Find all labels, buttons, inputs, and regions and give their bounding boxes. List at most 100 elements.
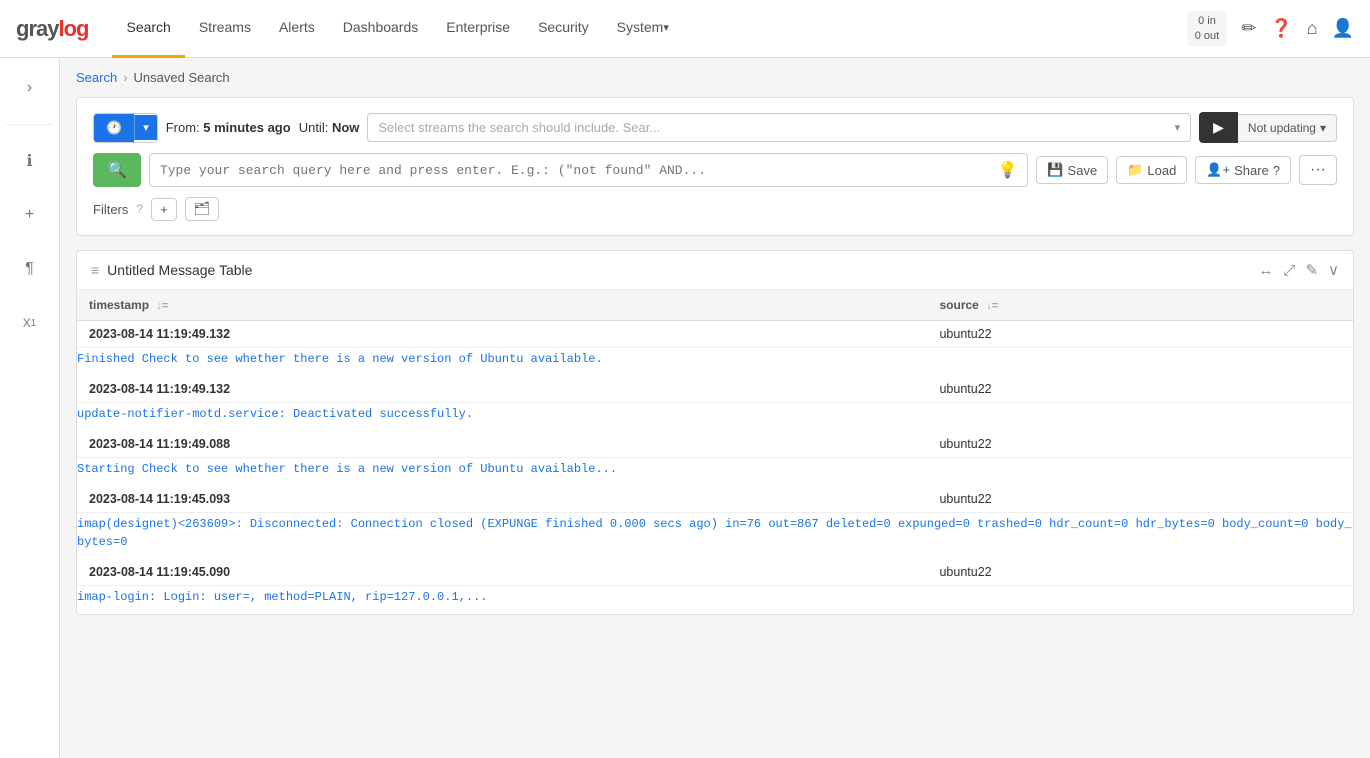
table-body: 2023-08-14 11:19:49.132 ubuntu22 Finishe… <box>77 321 1353 615</box>
panel-actions: ↔ ⤢ ✎ ∨ <box>1258 261 1339 279</box>
row-source: ubuntu22 <box>927 559 1353 586</box>
time-dropdown-button[interactable]: ▾ <box>134 115 157 140</box>
not-updating-label: Not updating <box>1248 121 1316 135</box>
save-button[interactable]: 💾 Save <box>1036 156 1108 184</box>
row-message: update-notifier-motd.service: Deactivate… <box>77 403 1353 432</box>
user-nav-icon[interactable]: 👤 <box>1332 18 1354 39</box>
lightbulb-icon: 💡 <box>997 160 1017 180</box>
nav-link-search[interactable]: Search <box>112 0 184 58</box>
table-row[interactable]: 2023-08-14 11:19:45.090 ubuntu22 <box>77 559 1353 586</box>
message-table-panel: ≡ Untitled Message Table ↔ ⤢ ✎ ∨ timesta… <box>76 250 1354 615</box>
search-input[interactable] <box>160 163 994 178</box>
run-button[interactable]: ▶ <box>1199 112 1238 143</box>
row-message: Starting Check to see whether there is a… <box>77 458 1353 487</box>
table-row[interactable]: 2023-08-14 11:19:49.132 ubuntu22 <box>77 376 1353 403</box>
col-source-sort-icon: ↓= <box>986 300 998 312</box>
traffic-in: 0 in <box>1198 14 1216 28</box>
panel-expand-icon[interactable]: ⤢ <box>1283 262 1295 279</box>
filters-help-icon: ? <box>136 202 143 216</box>
save-label: Save <box>1068 163 1098 178</box>
time-button[interactable]: 🕐 <box>94 114 134 142</box>
col-source-label: source <box>939 298 978 312</box>
table-row[interactable]: 2023-08-14 11:19:45.093 ubuntu22 <box>77 486 1353 513</box>
collapse-sidebar-icon[interactable]: › <box>12 70 48 106</box>
row-timestamp: 2023-08-14 11:19:49.132 <box>77 321 927 348</box>
nav-link-dashboards[interactable]: Dashboards <box>329 0 433 58</box>
run-btn-group: ▶ Not updating ▾ <box>1199 112 1337 143</box>
filters-label: Filters <box>93 202 128 217</box>
nav-links: SearchStreamsAlertsDashboardsEnterpriseS… <box>112 0 1186 58</box>
from-value: 5 minutes ago <box>203 120 290 135</box>
table-row[interactable]: 2023-08-14 11:19:49.132 ubuntu22 <box>77 321 1353 348</box>
sidebar-divider-1 <box>6 124 53 125</box>
search-input-area: 💡 <box>149 153 1028 187</box>
from-label: From: <box>166 120 204 135</box>
row-source: ubuntu22 <box>927 431 1353 458</box>
plus-sidebar-icon[interactable]: + <box>12 197 48 233</box>
layout: › ℹ + ¶ X1 Search › Unsaved Search 🕐 ▾ <box>0 58 1370 758</box>
stream-select[interactable]: Select streams the search should include… <box>367 113 1191 142</box>
panel-drag-icon: ≡ <box>91 262 99 278</box>
filters-row: Filters ? + 🗂 <box>93 197 1337 221</box>
column-source[interactable]: source ↓= <box>927 290 1353 321</box>
col-timestamp-sort-icon: ↓= <box>156 300 168 312</box>
breadcrumb-separator: › <box>123 70 127 85</box>
logo[interactable]: graylog <box>16 16 88 42</box>
table-row-detail: Finished Check to see whether there is a… <box>77 348 1353 377</box>
breadcrumb: Search › Unsaved Search <box>76 70 1354 85</box>
row-source: ubuntu22 <box>927 321 1353 348</box>
message-table: timestamp ↓= source ↓= 2023-08-14 11:19:… <box>77 290 1353 614</box>
until-label: Until: <box>299 120 332 135</box>
nav-right: 0 in 0 out ✏ ❓ ⌂ 👤 <box>1187 11 1354 46</box>
search-row-2: 🔍 💡 💾 Save 📁 Load 👤+ Share <box>93 153 1337 187</box>
row-timestamp: 2023-08-14 11:19:49.132 <box>77 376 927 403</box>
stream-dropdown-arrow: ▾ <box>1175 121 1181 134</box>
nav-link-enterprise[interactable]: Enterprise <box>432 0 524 58</box>
until-value: Now <box>332 120 359 135</box>
help-nav-icon[interactable]: ❓ <box>1270 18 1292 39</box>
load-button[interactable]: 📁 Load <box>1116 156 1187 184</box>
not-updating-arrow: ▾ <box>1320 121 1326 135</box>
nav-link-security[interactable]: Security <box>524 0 603 58</box>
breadcrumb-link[interactable]: Search <box>76 70 117 85</box>
paragraph-sidebar-icon[interactable]: ¶ <box>12 251 48 287</box>
share-label: Share <box>1234 163 1269 178</box>
search-row-1: 🕐 ▾ From: 5 minutes ago Until: Now Selec… <box>93 112 1337 143</box>
load-label: Load <box>1147 163 1176 178</box>
breadcrumb-current: Unsaved Search <box>134 70 230 85</box>
row-timestamp: 2023-08-14 11:19:45.093 <box>77 486 927 513</box>
share-button[interactable]: 👤+ Share ? <box>1195 156 1291 184</box>
table-row-detail: imap-login: Login: user=, method=PLAIN, … <box>77 586 1353 615</box>
row-message: imap(designet)<263609>: Disconnected: Co… <box>77 513 1353 560</box>
panel-resize-icon[interactable]: ↔ <box>1258 262 1273 279</box>
subscript-sidebar-icon[interactable]: X1 <box>12 305 48 341</box>
panel-edit-icon[interactable]: ✎ <box>1305 261 1318 279</box>
filter-add-button[interactable]: + <box>151 198 177 221</box>
time-btn-group: 🕐 ▾ <box>93 113 158 143</box>
home-nav-icon[interactable]: ⌂ <box>1307 18 1318 39</box>
edit-nav-icon[interactable]: ✏ <box>1241 18 1256 39</box>
table-row-detail: imap(designet)<263609>: Disconnected: Co… <box>77 513 1353 560</box>
row-source: ubuntu22 <box>927 486 1353 513</box>
nav-link-system[interactable]: System <box>603 0 683 58</box>
nav-link-alerts[interactable]: Alerts <box>265 0 329 58</box>
panel-header: ≡ Untitled Message Table ↔ ⤢ ✎ ∨ <box>77 251 1353 290</box>
panel-collapse-icon[interactable]: ∨ <box>1328 261 1339 279</box>
info-sidebar-icon[interactable]: ℹ <box>12 143 48 179</box>
row-timestamp: 2023-08-14 11:19:49.088 <box>77 431 927 458</box>
nav-link-streams[interactable]: Streams <box>185 0 265 58</box>
column-timestamp[interactable]: timestamp ↓= <box>77 290 927 321</box>
not-updating-button[interactable]: Not updating ▾ <box>1238 114 1337 142</box>
row-message: imap-login: Login: user=, method=PLAIN, … <box>77 586 1353 615</box>
time-range-from: From: 5 minutes ago <box>166 120 291 135</box>
table-row-detail: Starting Check to see whether there is a… <box>77 458 1353 487</box>
table-row[interactable]: 2023-08-14 11:19:49.088 ubuntu22 <box>77 431 1353 458</box>
logo-log: log <box>58 16 88 42</box>
traffic-out: 0 out <box>1195 29 1219 43</box>
share-user-icon: 👤+ <box>1206 162 1230 178</box>
filter-folder-button[interactable]: 🗂 <box>185 197 220 221</box>
more-button[interactable]: ··· <box>1299 155 1337 185</box>
message-table-wrap: timestamp ↓= source ↓= 2023-08-14 11:19:… <box>77 290 1353 614</box>
search-submit-button[interactable]: 🔍 <box>93 153 141 187</box>
table-row-detail: update-notifier-motd.service: Deactivate… <box>77 403 1353 432</box>
